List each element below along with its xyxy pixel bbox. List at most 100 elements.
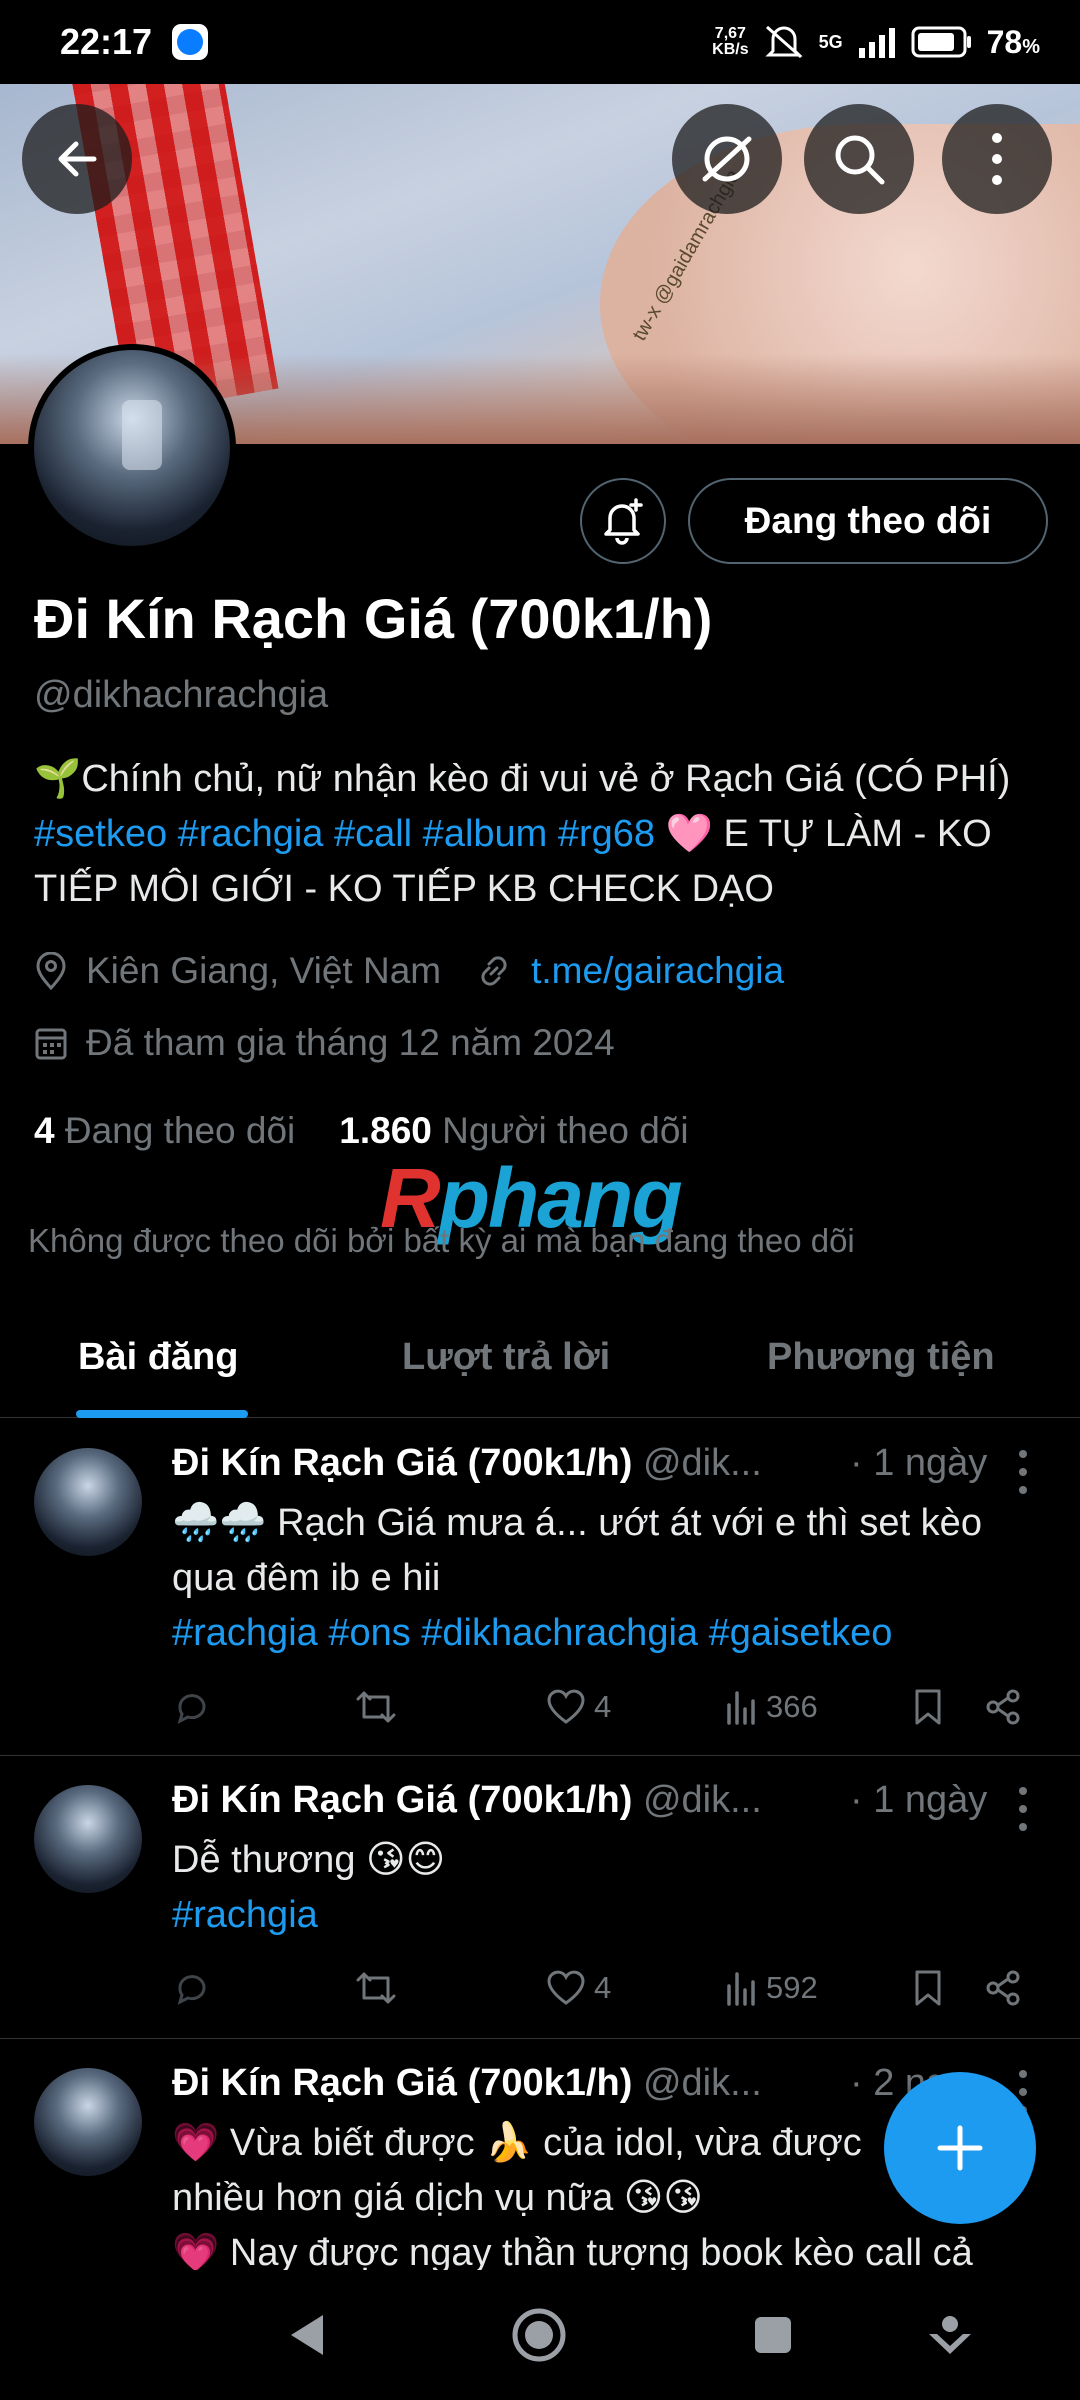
repost-button[interactable] [354,1687,398,1727]
tweet-hashtags[interactable]: #rachgia [172,1888,1052,1943]
active-tab-indicator [76,1410,248,1418]
search-icon [835,135,885,185]
share-icon [986,1689,1020,1725]
views-icon [727,1972,755,2006]
tweet-author-name: Đi Kín Rạch Giá (700k1/h) [172,1442,633,1484]
back-arrow-icon [58,141,97,177]
tweet-more-icon[interactable] [1016,1787,1030,1831]
link-icon [481,956,507,986]
triangle-back-icon [291,2315,323,2355]
nav-home-button[interactable] [504,2300,574,2370]
signal-icon [858,28,895,58]
nav-recents-button[interactable] [738,2300,808,2370]
status-bar: 22:17 7,67 KB/s 5G 78% [0,0,1080,84]
more-options-button[interactable] [942,104,1052,214]
compose-button[interactable] [884,2072,1036,2224]
messenger-icon [172,24,209,60]
assistant-icon [929,2316,971,2354]
views-button[interactable]: 366 [724,1689,818,1725]
repost-icon [356,1691,396,1723]
like-count: 4 [594,1689,612,1724]
tweet[interactable]: Đi Kín Rạch Giá (700k1/h) @dik... · 1 ng… [0,1420,1080,1756]
profile-bio: 🌱Chính chủ, nữ nhận kèo đi vui vẻ ở Rạch… [34,758,1011,910]
bookmark-button[interactable] [912,1688,944,1726]
home-circle-icon [512,2308,566,2362]
reply-button[interactable] [172,1968,212,2008]
profile-meta-row: Kiên Giang, Việt Nam t.me/gairachgia [34,950,784,992]
bookmark-icon [915,1689,941,1725]
reply-icon [177,1975,206,2005]
views-icon [727,1691,755,1725]
tweet-author-name: Đi Kín Rạch Giá (700k1/h) [172,1779,633,1821]
tab-media[interactable]: Phương tiện [767,1336,995,1379]
bio-hashtags[interactable]: #setkeo #rachgia #call #album #rg68 [34,813,655,855]
like-count: 4 [594,1970,612,2005]
tweet-author-handle: @dik... [642,1779,762,1821]
profile-handle: @dikhachrachgia [34,674,329,716]
grok-icon [702,136,752,182]
system-nav-bar [0,2270,1080,2400]
repost-icon [356,1972,396,2004]
battery-level: 78% [986,23,1040,60]
tweet-more-icon[interactable] [1016,1450,1030,1494]
more-vertical-icon [992,133,1002,185]
search-button[interactable] [804,104,914,214]
followers-stat[interactable]: 1.860 Người theo dõi [339,1110,688,1152]
network-speed: 7,67 KB/s [712,25,749,58]
following-stat[interactable]: 4 Đang theo dõi [34,1110,295,1152]
reply-icon [177,1694,206,1724]
tweet[interactable]: Đi Kín Rạch Giá (700k1/h) @dik... · 1 ng… [0,1757,1080,2039]
plus-icon [937,2125,983,2171]
following-button[interactable]: Đang theo dõi [688,478,1048,564]
profile-tabs: Bài đăng Lượt trả lời Phương tiện [0,1298,1080,1418]
tweet-hashtags[interactable]: #rachgia #ons #dikhachrachgia #gaisetkeo [172,1606,1052,1661]
notification-button[interactable] [580,478,666,564]
view-count: 366 [766,1689,818,1724]
repost-button[interactable] [354,1968,398,2008]
grok-button[interactable] [672,104,782,214]
tweet-time: · 1 ngày [844,1442,988,1485]
tweet-text: Dễ thương 😘😊 #rachgia [172,1833,1052,1943]
profile-joined: Đã tham gia tháng 12 năm 2024 [86,1022,615,1063]
nav-back-button[interactable] [272,2300,342,2370]
back-button[interactable] [22,104,132,214]
tweet-avatar[interactable] [34,1448,142,1556]
location-icon [36,952,66,990]
follow-stats: 4 Đang theo dõi 1.860 Người theo dõi [34,1110,689,1152]
mute-icon [764,25,803,59]
tweet-avatar[interactable] [34,2068,142,2176]
tweet-actions: 4 366 [172,1682,1032,1732]
share-icon [986,1970,1020,2006]
share-button[interactable] [984,1969,1022,2007]
views-button[interactable]: 592 [724,1970,818,2006]
nav-assistant-button[interactable] [915,2300,985,2370]
view-count: 592 [766,1970,818,2005]
reply-button[interactable] [172,1687,212,1727]
profile-avatar[interactable] [28,344,236,552]
tweet-text: 🌧️🌧️ Rạch Giá mưa á... ướt át với e thì … [172,1496,1052,1661]
battery-icon [911,26,971,58]
tab-replies[interactable]: Lượt trả lời [402,1336,610,1379]
profile-location: Kiên Giang, Việt Nam [86,950,442,991]
tweet-author-handle: @dik... [642,2062,762,2104]
tweet-author-handle: @dik... [642,1442,762,1484]
tweet-avatar[interactable] [34,1785,142,1893]
profile-joined-row: Đã tham gia tháng 12 năm 2024 [34,1022,615,1064]
tweet-time: · 1 ngày [844,1779,988,1822]
profile-link[interactable]: t.me/gairachgia [531,950,784,992]
profile-name: Đi Kín Rạch Giá (700k1/h) [34,587,713,650]
square-recents-icon [755,2317,791,2353]
status-time: 22:17 [60,21,153,62]
tweet-author-name: Đi Kín Rạch Giá (700k1/h) [172,2062,633,2104]
tab-posts[interactable]: Bài đăng [78,1336,238,1379]
bookmark-button[interactable] [912,1969,944,2007]
not-followed-notice: Không được theo dõi bởi bất kỳ ai mà bạn… [28,1222,855,1259]
share-button[interactable] [984,1688,1022,1726]
bookmark-icon [915,1970,941,2006]
network-type: 5G [818,31,843,52]
heart-icon [547,1689,585,1724]
calendar-icon [35,1028,67,1060]
like-button[interactable]: 4 [546,1688,611,1726]
bell-plus-icon [604,498,643,545]
like-button[interactable]: 4 [546,1969,611,2007]
